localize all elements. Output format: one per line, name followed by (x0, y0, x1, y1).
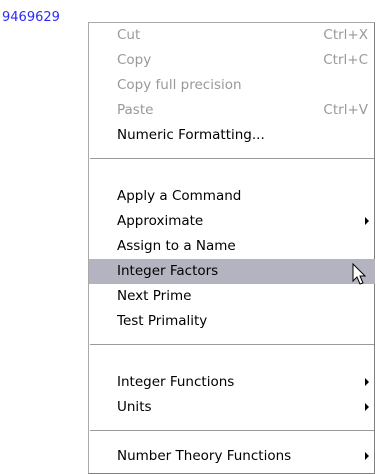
menu-item-label: Units (117, 399, 152, 415)
menu-item-number-theory-functions[interactable]: Number Theory Functions (89, 444, 375, 469)
context-menu: Cut Ctrl+X Copy Ctrl+C Copy full precisi… (88, 22, 375, 474)
screen: 9469629 Cut Ctrl+X Copy Ctrl+C Copy full… (0, 0, 377, 474)
menu-item-cut[interactable]: Cut Ctrl+X (89, 23, 375, 48)
menu-item-label: Number Theory Functions (117, 448, 292, 464)
menu-item-label: Integer Functions (117, 374, 235, 390)
menu-item-label: Copy full precision (117, 77, 242, 93)
menu-separator (90, 430, 374, 431)
menu-item-copy[interactable]: Copy Ctrl+C (89, 48, 375, 73)
menu-item-label: Approximate (117, 213, 204, 229)
menu-item-assign-to-a-name[interactable]: Assign to a Name (89, 234, 375, 259)
menu-separator (90, 158, 374, 159)
menu-item-approximate[interactable]: Approximate (89, 209, 375, 234)
menu-item-copy-full-precision[interactable]: Copy full precision (89, 73, 375, 98)
menu-item-paste[interactable]: Paste Ctrl+V (89, 98, 375, 123)
menu-item-next-prime[interactable]: Next Prime (89, 284, 375, 309)
menu-item-numeric-formatting[interactable]: Numeric Formatting... (89, 123, 375, 148)
menu-item-label: Copy (117, 52, 152, 68)
menu-item-label: Integer Factors (117, 263, 219, 279)
submenu-arrow-icon (365, 378, 369, 386)
menu-item-apply-a-command[interactable]: Apply a Command (89, 184, 375, 209)
menu-item-label: Test Primality (117, 313, 208, 329)
menu-item-label: Apply a Command (117, 188, 242, 204)
menu-item-units[interactable]: Units (89, 395, 375, 420)
menu-item-label: Next Prime (117, 288, 192, 304)
submenu-arrow-icon (365, 217, 369, 225)
menu-item-integer-factors[interactable]: Integer Factors (89, 259, 375, 284)
menu-item-label: Assign to a Name (117, 238, 236, 254)
submenu-arrow-icon (365, 452, 369, 460)
menu-item-integer-functions[interactable]: Integer Functions (89, 370, 375, 395)
menu-item-label: Cut (117, 27, 141, 43)
shortcut-label: Ctrl+V (323, 102, 368, 118)
submenu-arrow-icon (365, 403, 369, 411)
shortcut-label: Ctrl+C (323, 52, 368, 68)
arrow-cursor-icon (352, 263, 367, 285)
menu-separator (90, 344, 374, 345)
menu-item-test-primality[interactable]: Test Primality (89, 309, 375, 334)
shortcut-label: Ctrl+X (323, 27, 368, 43)
expression-value[interactable]: 9469629 (2, 10, 60, 26)
menu-item-label: Numeric Formatting... (117, 127, 265, 143)
menu-item-label: Paste (117, 102, 154, 118)
